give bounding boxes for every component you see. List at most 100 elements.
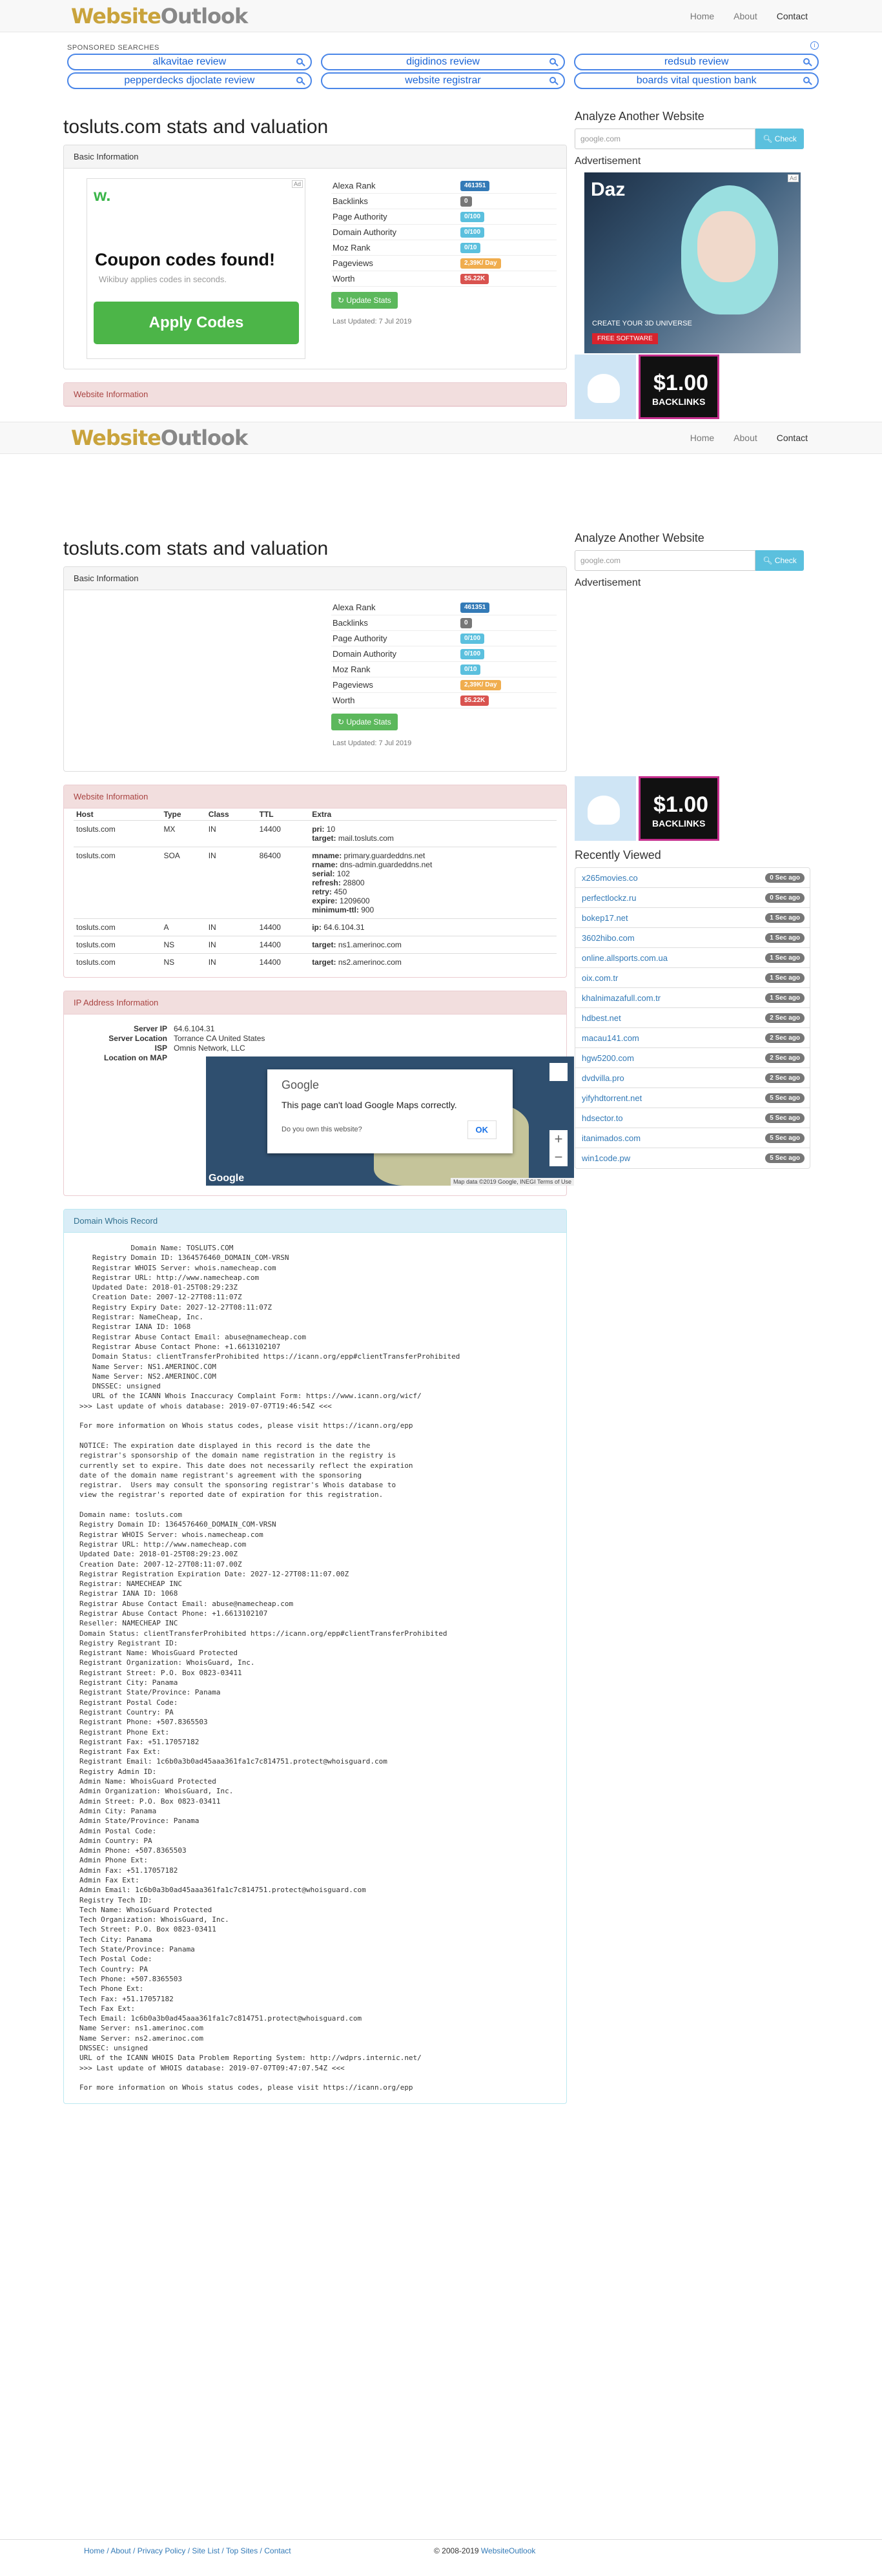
sponsored-link[interactable]: redsub review — [574, 54, 819, 70]
brand-logo[interactable]: WebsiteOutlook — [71, 426, 248, 450]
analyze-title: Analyze Another Website — [575, 110, 704, 123]
sponsored-heading: SPONSORED SEARCHES — [67, 44, 159, 52]
page-title: tosluts.com stats and valuation — [63, 116, 329, 138]
list-item[interactable]: khalnimazafull.com.tr 1 Sec ago — [575, 988, 810, 1008]
sponsored-link[interactable]: digidinos review — [320, 54, 566, 70]
list-item[interactable]: x265movies.co 0 Sec ago — [575, 868, 810, 888]
backlinks-ad-banner[interactable]: $1.00 BACKLINKS — [639, 355, 719, 419]
list-item[interactable]: perfectlockz.ru 0 Sec ago — [575, 888, 810, 908]
recently-viewed-list: x265movies.co 0 Sec ago perfectlockz.ru 0 S… — [575, 867, 810, 1169]
stat-row: Pageviews 2,39K/ Day — [331, 256, 557, 271]
table-row: tosluts.com SOA IN 86400 mname: primary.guar… — [74, 847, 557, 919]
sponsored-link[interactable]: boards vital question bank — [574, 72, 819, 89]
stat-badge: $5.22K — [460, 273, 489, 284]
stat-row: Domain Authority 0/100 — [331, 225, 557, 240]
update-stats-button[interactable]: ↻ Update Stats — [331, 292, 398, 309]
page-scrolled: WebsiteOutlook Home About Contact toslut… — [0, 422, 882, 2104]
analyze-title: Analyze Another Website — [575, 531, 704, 544]
table-row: tosluts.com MX IN 14400 pri: 10 target: mail.… — [74, 820, 557, 847]
footer: Home / About / Privacy Policy / Site Lis… — [0, 2539, 882, 2576]
analyze-form: google.com 🔍︎ Check — [575, 129, 810, 149]
update-stats-button[interactable]: ↻ Update Stats — [331, 714, 398, 730]
sponsored-link[interactable]: alkavitae review — [67, 54, 312, 70]
daz-ad-banner[interactable]: Daz Ad CREATE YOUR 3D UNIVERSE FREE SOFT… — [584, 172, 801, 353]
nav-home[interactable]: Home — [681, 11, 724, 21]
panel-heading: Website Information — [64, 383, 566, 406]
zoom-controls[interactable]: + − — [549, 1130, 568, 1166]
sponsored-link[interactable]: pepperdecks djoclate review — [67, 72, 312, 89]
main-content: tosluts.com stats and valuation Basic In… — [63, 116, 567, 420]
apply-codes-button[interactable]: Apply Codes — [94, 302, 299, 344]
list-item[interactable]: macau141.com 2 Sec ago — [575, 1028, 810, 1048]
domain-input[interactable]: google.com — [575, 550, 755, 571]
sponsored-link[interactable]: website registrar — [320, 72, 566, 89]
stat-row: Moz Rank 0/10 — [331, 662, 557, 677]
nav-about[interactable]: About — [724, 433, 767, 443]
google-map[interactable]: Google This page can't load Google Maps … — [206, 1056, 574, 1186]
list-item[interactable]: itanimados.com 5 Sec ago — [575, 1128, 810, 1148]
ad-cta: FREE SOFTWARE — [592, 333, 658, 344]
ad-headline: Coupon codes found! — [95, 250, 275, 269]
list-item[interactable]: win1code.pw 5 Sec ago — [575, 1148, 810, 1168]
advertisement-label: Advertisement — [575, 156, 641, 167]
stat-row: Moz Rank 0/10 — [331, 240, 557, 256]
panel-heading: Website Information — [64, 785, 566, 809]
list-item[interactable]: hgw5200.com 2 Sec ago — [575, 1048, 810, 1068]
stat-badge: 461351 — [460, 180, 490, 191]
nav-contact[interactable]: Contact — [767, 11, 817, 21]
stat-row: Alexa Rank 461351 — [331, 178, 557, 194]
wikibuy-logo: w. — [94, 185, 111, 205]
fullscreen-icon[interactable] — [549, 1063, 568, 1081]
stats-table: Alexa Rank 461351 Backlinks 0 Page Authori… — [331, 178, 557, 359]
recently-viewed-title: Recently Viewed — [575, 849, 661, 861]
nav-contact[interactable]: Contact — [767, 433, 817, 443]
stat-badge: 0/100 — [460, 227, 485, 238]
list-item[interactable]: bokep17.net 1 Sec ago — [575, 908, 810, 928]
sidebar: Analyze Another Website google.com 🔍︎ Ch… — [575, 110, 810, 419]
backlinks-ad-banner[interactable]: $1.00 BACKLINKS — [639, 776, 719, 841]
search-icon — [296, 58, 303, 65]
check-button[interactable]: 🔍︎ Check — [755, 550, 804, 571]
domain-input[interactable]: google.com — [575, 129, 755, 149]
footer-links[interactable]: Home / About / Privacy Policy / Site Lis… — [84, 2546, 323, 2555]
list-item[interactable]: hdbest.net 2 Sec ago — [575, 1008, 810, 1028]
ip-row: ISP Omnis Network, LLC — [154, 1044, 245, 1053]
stats-table: Alexa Rank 461351 Backlinks 0 Page Authori… — [331, 600, 557, 761]
panel-heading: Basic Information — [64, 145, 566, 169]
map-attribution[interactable]: Map data ©2019 Google, INEGI Terms of Us… — [450, 1178, 574, 1186]
google-logo: Google — [209, 1173, 245, 1184]
ad-tag: Ad — [292, 180, 303, 188]
cat-ad-banner[interactable] — [575, 776, 636, 841]
map-ok-button[interactable]: OK — [467, 1120, 497, 1139]
stat-row: Worth $5.22K — [331, 271, 557, 287]
stat-row: Pageviews 2,39K/ Day — [331, 677, 557, 693]
whois-panel: Domain Whois Record Domain Name: TOSLUTS… — [63, 1209, 567, 2104]
cat-ad-banner[interactable] — [575, 355, 636, 419]
stat-row: Backlinks 0 — [331, 194, 557, 209]
analyze-form: google.com 🔍︎ Check — [575, 550, 810, 571]
advertisement-label: Advertisement — [575, 577, 641, 588]
list-item[interactable]: 3602hibo.com 1 Sec ago — [575, 928, 810, 948]
search-icon — [803, 77, 810, 83]
list-item[interactable]: hdsector.to 5 Sec ago — [575, 1108, 810, 1128]
brand-logo[interactable]: WebsiteOutlook — [71, 4, 248, 28]
search-icon — [549, 77, 557, 83]
stat-row: Worth $5.22K — [331, 693, 557, 708]
nav-home[interactable]: Home — [681, 433, 724, 443]
coupon-ad[interactable]: Ad w. Coupon codes found! Wikibuy applie… — [87, 178, 306, 359]
panel-heading: Domain Whois Record — [64, 1210, 566, 1233]
ad-tag: Ad — [787, 174, 799, 182]
list-item[interactable]: yifyhdtorrent.net 5 Sec ago — [575, 1088, 810, 1108]
navbar: WebsiteOutlook Home About Contact — [0, 422, 882, 454]
list-item[interactable]: dvdvilla.pro 2 Sec ago — [575, 1068, 810, 1088]
search-icon — [296, 77, 303, 83]
info-icon[interactable]: i — [810, 41, 819, 50]
last-updated: Last Updated: 7 Jul 2019 — [332, 739, 412, 747]
nav-about[interactable]: About — [724, 11, 767, 21]
list-item[interactable]: oix.com.tr 1 Sec ago — [575, 968, 810, 988]
website-info-panel: Website Information Host Type Class TTL Extr… — [63, 785, 567, 978]
list-item[interactable]: online.allsports.com.ua 1 Sec ago — [575, 948, 810, 968]
sponsored-searches: SPONSORED SEARCHES i alkavitae review di… — [0, 32, 882, 89]
last-updated: Last Updated: 7 Jul 2019 — [333, 318, 412, 325]
check-button[interactable]: 🔍︎ Check — [755, 129, 804, 149]
